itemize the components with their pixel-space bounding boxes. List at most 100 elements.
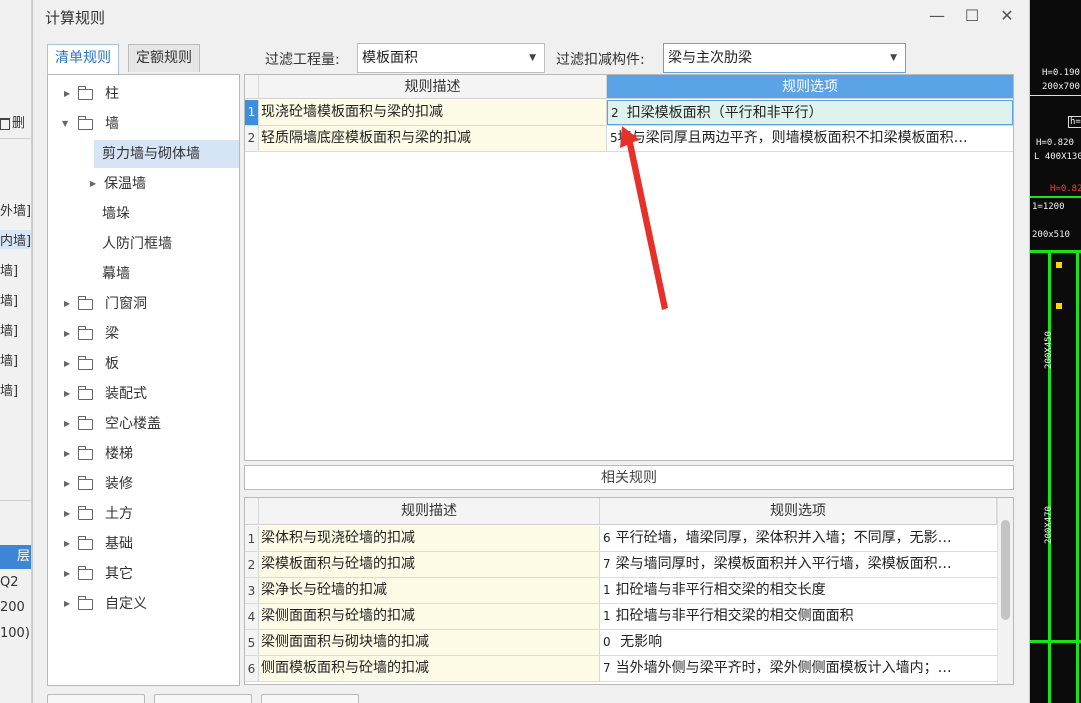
rule-description-cell[interactable]: 梁模板面积与砼墙的扣减	[259, 552, 600, 577]
folder-icon	[78, 476, 93, 490]
rule-description-cell[interactable]: 侧面模板面积与砼墙的扣减	[259, 656, 600, 681]
bg-trash-icon	[0, 117, 10, 130]
grid-corner	[245, 498, 259, 525]
tree-node-foundation[interactable]: ▶ 基础	[48, 530, 239, 558]
tab-bill-rules[interactable]: 清单规则	[47, 44, 119, 74]
cad-label: H=0.820	[1050, 184, 1081, 194]
rule-option-cell[interactable]: 0 无影响	[600, 630, 997, 655]
minimize-button[interactable]: —	[926, 5, 948, 27]
tab-quota-rules[interactable]: 定额规则	[128, 44, 200, 72]
tree-node-civil-defense-wall[interactable]: 人防门框墙	[48, 230, 239, 258]
table-row[interactable]: 5 梁侧面面积与砌块墙的扣减 0 无影响	[245, 630, 997, 656]
table-row[interactable]: 6 侧面模板面积与砼墙的扣减 7 当外墙外侧与梁平齐时，梁外侧侧面模板计入墙内；…	[245, 656, 997, 682]
rule-description-cell[interactable]: 梁侧面面积与砌块墙的扣减	[259, 630, 600, 655]
filter-quantity-label: 过滤工程量:	[265, 52, 340, 68]
rule-description-cell[interactable]: 梁体积与现浇砼墙的扣减	[259, 526, 600, 551]
bg-list-item: 内墙]	[0, 230, 31, 249]
tree-node-custom[interactable]: ▶ 自定义	[48, 590, 239, 618]
cad-label: H=0.820	[1036, 138, 1074, 148]
rule-option-cell[interactable]: 1 扣砼墙与非平行相交梁的相交长度	[600, 578, 997, 603]
rule-description-cell[interactable]: 梁净长与砼墙的扣减	[259, 578, 600, 603]
filter-component-label: 过滤扣减构件:	[556, 52, 645, 68]
expand-arrow-icon[interactable]: ▶	[64, 320, 70, 348]
tree-node-wall-pier[interactable]: 墙垛	[48, 200, 239, 228]
title-bar[interactable]: 计算规则 — ☐ ✕	[33, 0, 1029, 34]
rule-option-cell[interactable]: 7 当外墙外侧与梁平齐时，梁外侧侧面模板计入墙内；…	[600, 656, 997, 681]
maximize-button[interactable]: ☐	[961, 5, 983, 27]
related-scrollbar[interactable]	[997, 498, 1013, 684]
table-row[interactable]: 3 梁净长与砼墙的扣减 1 扣砼墙与非平行相交梁的相交长度	[245, 578, 997, 604]
expand-arrow-icon[interactable]: ▶	[64, 530, 70, 558]
folder-icon	[78, 416, 93, 430]
option-text: 扣砼墙与非平行相交梁的相交长度	[615, 582, 826, 598]
rule-description-cell[interactable]: 轻质隔墙底座模板面积与梁的扣减	[259, 126, 607, 151]
dropdown-arrow-icon: ▼	[890, 53, 897, 63]
rule-option-cell[interactable]: 1 扣砼墙与非平行相交梁的相交侧面面积	[600, 604, 997, 629]
collapse-arrow-icon[interactable]: ▼	[62, 110, 68, 138]
rule-option-cell[interactable]: 7 梁与墙同厚时，梁模板面积并入平行墙，梁模板面积…	[600, 552, 997, 577]
table-row[interactable]: 1 现浇砼墙模板面积与梁的扣减 2 扣梁模板面积（平行和非平行）	[245, 100, 1013, 126]
table-row[interactable]: 4 梁侧面面积与砼墙的扣减 1 扣砼墙与非平行相交梁的相交侧面面积	[245, 604, 997, 630]
expand-arrow-icon[interactable]: ▶	[64, 500, 70, 528]
bottom-button[interactable]	[154, 694, 252, 703]
tree-node-hollow-floor[interactable]: ▶ 空心楼盖	[48, 410, 239, 438]
option-code: 2	[611, 106, 619, 120]
filter-quantity-select[interactable]: 模板面积 ▼	[357, 43, 545, 73]
rule-option-cell[interactable]: 5墙与梁同厚且两边平齐，则墙模板面积不扣梁模板面积…	[607, 126, 1013, 151]
cad-label: 200x510	[1032, 230, 1070, 240]
rule-option-cell[interactable]: 2 扣梁模板面积（平行和非平行）	[607, 100, 1013, 125]
cad-label: L 400X130	[1034, 152, 1081, 162]
expand-arrow-icon[interactable]: ▶	[64, 590, 70, 618]
cad-drawing-area: H=0.190 200x700 h= H=0.820 L 400X130 H=0…	[1030, 0, 1081, 703]
tree-node-curtain-wall[interactable]: 幕墙	[48, 260, 239, 288]
rule-option-cell[interactable]: 6 平行砼墙，墙梁同厚，梁体积并入墙；不同厚，无影…	[600, 526, 997, 551]
cad-label: h=	[1068, 116, 1081, 128]
expand-arrow-icon[interactable]: ▶	[64, 290, 70, 318]
expand-arrow-icon[interactable]: ▶	[64, 440, 70, 468]
scrollbar-thumb[interactable]	[1001, 520, 1010, 620]
expand-arrow-icon[interactable]: ▶	[64, 380, 70, 408]
folder-icon	[78, 596, 93, 610]
bg-list-item: 墙]	[0, 264, 19, 279]
expand-arrow-icon[interactable]: ▶	[64, 80, 70, 108]
expand-arrow-icon[interactable]: ▶	[64, 560, 70, 588]
tree-node-beam[interactable]: ▶ 梁	[48, 320, 239, 348]
tree-node-insulation-wall[interactable]: ▶ 保温墙	[48, 170, 239, 198]
tree-node-door-window[interactable]: ▶ 门窗洞	[48, 290, 239, 318]
option-code: 0	[603, 635, 611, 649]
tree-node-shear-wall[interactable]: 剪力墙与砌体墙	[94, 140, 239, 168]
expand-arrow-icon[interactable]: ▶	[90, 170, 96, 198]
expand-arrow-icon[interactable]: ▶	[64, 470, 70, 498]
tree-node-wall[interactable]: ▼ 墙	[48, 110, 239, 138]
expand-arrow-icon[interactable]: ▶	[64, 410, 70, 438]
bottom-button[interactable]	[261, 694, 359, 703]
bg-property-value: Q2	[0, 575, 19, 590]
expand-arrow-icon[interactable]: ▶	[64, 350, 70, 378]
cad-label: 200X450	[1043, 331, 1054, 369]
header-rule-option: 规则选项	[600, 498, 997, 525]
filter-component-select[interactable]: 梁与主次肋梁 ▼	[663, 43, 906, 73]
folder-icon	[78, 116, 93, 130]
tree-node-decoration[interactable]: ▶ 装修	[48, 470, 239, 498]
tree-node-column[interactable]: ▶ 柱	[48, 80, 239, 108]
bg-list-item: 墙]	[0, 324, 19, 339]
table-row[interactable]: 2 梁模板面积与砼墙的扣减 7 梁与墙同厚时，梁模板面积并入平行墙，梁模板面积…	[245, 552, 997, 578]
rule-description-cell[interactable]: 现浇砼墙模板面积与梁的扣减	[259, 100, 607, 125]
table-row[interactable]: 1 梁体积与现浇砼墙的扣减 6 平行砼墙，墙梁同厚，梁体积并入墙；不同厚，无影…	[245, 526, 997, 552]
tree-node-stairs[interactable]: ▶ 楼梯	[48, 440, 239, 468]
tree-node-slab[interactable]: ▶ 板	[48, 350, 239, 378]
option-text: 当外墙外侧与梁平齐时，梁外侧侧面模板计入墙内；…	[615, 660, 952, 676]
close-button[interactable]: ✕	[996, 5, 1018, 27]
cad-label: 1=1200	[1032, 202, 1065, 212]
bottom-button[interactable]	[47, 694, 145, 703]
background-app-panel: 删 外墙] 内墙] 墙] 墙] 墙] 墙] 墙] 层 Q2 200 100)	[0, 0, 32, 703]
tree-node-other[interactable]: ▶ 其它	[48, 560, 239, 588]
row-number: 2	[245, 126, 259, 151]
bg-property-value: 100)	[0, 626, 30, 641]
tree-node-earthwork[interactable]: ▶ 土方	[48, 500, 239, 528]
table-row[interactable]: 2 轻质隔墙底座模板面积与梁的扣减 5墙与梁同厚且两边平齐，则墙模板面积不扣梁模…	[245, 126, 1013, 152]
rule-description-cell[interactable]: 梁侧面面积与砼墙的扣减	[259, 604, 600, 629]
folder-icon	[78, 506, 93, 520]
tree-node-prefabricated[interactable]: ▶ 装配式	[48, 380, 239, 408]
cad-label: 200X470	[1043, 506, 1054, 544]
